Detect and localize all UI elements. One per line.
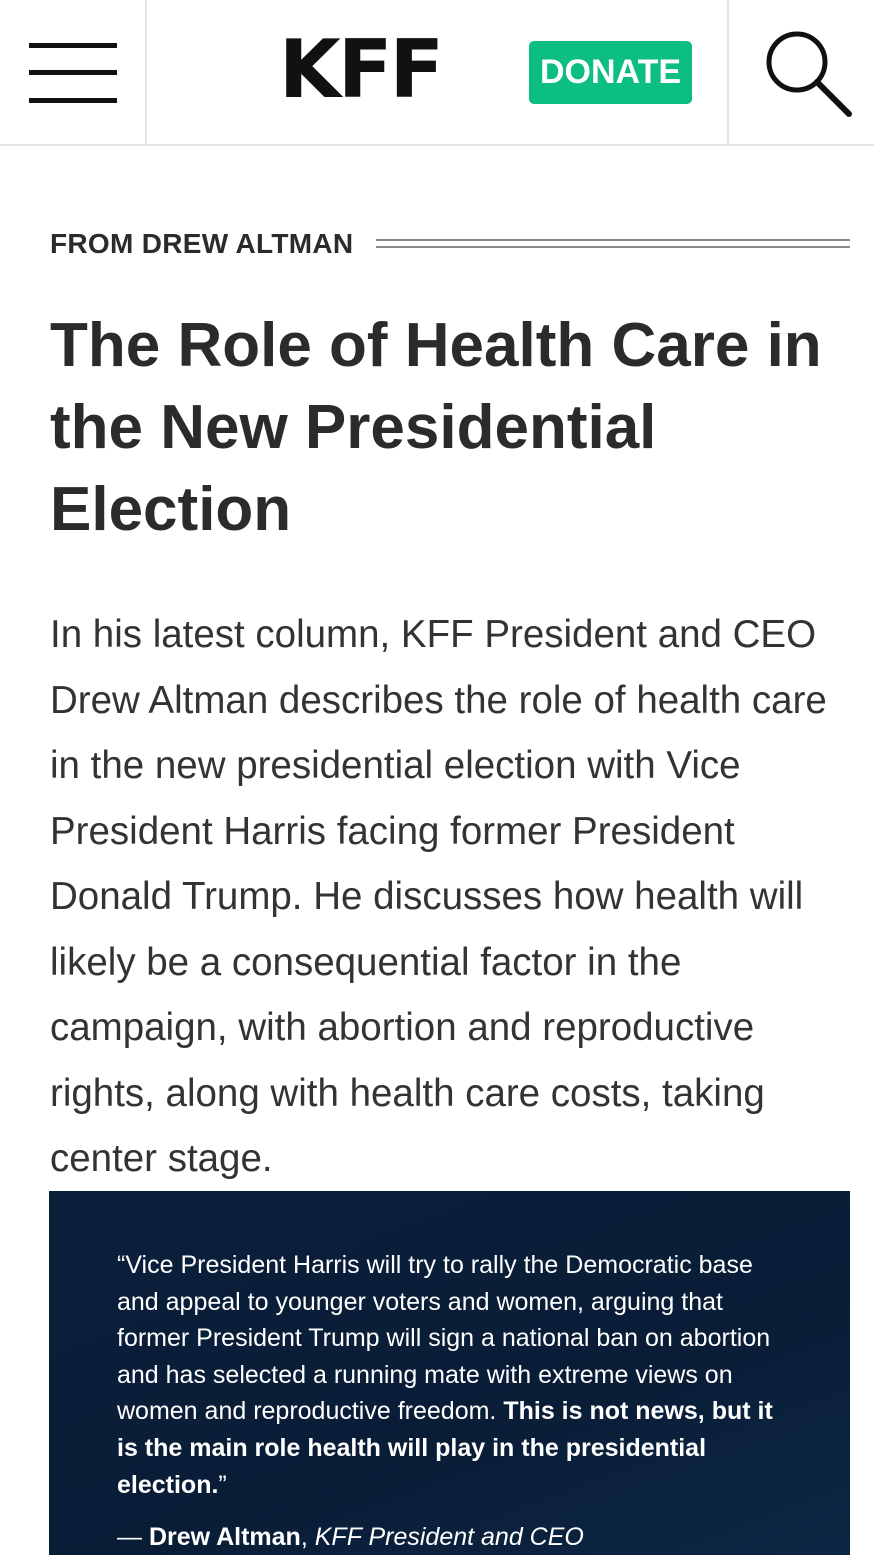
attribution-role: KFF President and CEO (314, 1523, 584, 1551)
quote-close-mark: ” (218, 1470, 227, 1499)
article-lede: In his latest column, KFF President and … (50, 613, 827, 1180)
kicker-row: FROM DREW ALTMAN (50, 222, 850, 266)
attribution-dash: — (117, 1523, 149, 1551)
donate-button[interactable]: DONATE (529, 41, 692, 104)
site-header: KFF DONATE (0, 0, 874, 146)
pull-quote: “Vice President Harris will try to rally… (49, 1191, 850, 1555)
quote-attribution: — Drew Altman, KFF President and CEO (117, 1519, 817, 1555)
kicker-divider (376, 239, 850, 248)
kicker-label[interactable]: FROM DREW ALTMAN (50, 222, 353, 266)
kff-logo[interactable]: KFF (275, 22, 445, 118)
attribution-separator: , (300, 1523, 315, 1551)
search-button[interactable] (727, 0, 874, 146)
attribution-name: Drew Altman (148, 1523, 301, 1551)
page-title: The Role of Health Care in the New Presi… (50, 311, 822, 544)
menu-button[interactable] (0, 0, 147, 146)
quote-text: “Vice President Harris will try to rally… (117, 1247, 797, 1503)
search-icon (766, 31, 852, 117)
